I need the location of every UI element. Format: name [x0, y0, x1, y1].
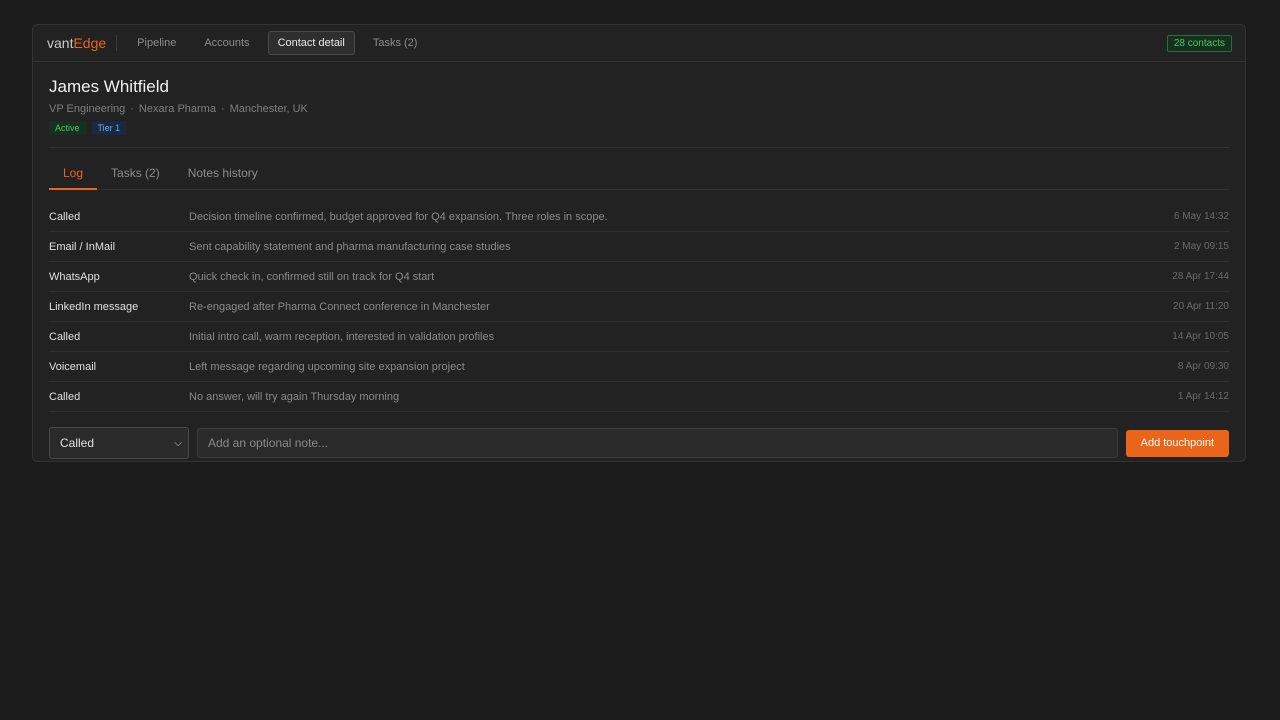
header-divider — [49, 147, 1229, 148]
touchpoint-time: 1 Apr 14:12 — [1177, 391, 1229, 402]
touchpoint-type: Voicemail — [49, 360, 97, 373]
touchpoint-time: 14 Apr 10:05 — [1172, 331, 1229, 342]
log-row: Called No answer, will try again Thursda… — [49, 382, 1229, 412]
add-touchpoint-button[interactable]: Add touchpoint — [1125, 429, 1229, 457]
touchpoint-type: Called — [49, 390, 81, 403]
tab-log[interactable]: Log — [49, 158, 98, 190]
tab-notes-history[interactable]: Notes history — [174, 158, 272, 189]
main-nav: Pipeline Accounts Contact detail Tasks (… — [127, 31, 435, 55]
contact-company: Nexara Pharma — [138, 103, 216, 115]
status-badge: Active — [49, 121, 86, 135]
touchpoint-type: WhatsApp — [49, 270, 100, 283]
contact-card: vantEdge Pipeline Accounts Contact detai… — [32, 24, 1246, 462]
touchpoint-note: No answer, will try again Thursday morni… — [189, 390, 400, 403]
touchpoint-time: 28 Apr 17:44 — [1172, 271, 1229, 282]
contact-tags: Active Tier 1 — [49, 121, 1229, 135]
meta-separator: · — [130, 103, 134, 115]
touchpoint-time: 8 Apr 09:30 — [1177, 361, 1229, 372]
nav-accounts[interactable]: Accounts — [194, 31, 259, 55]
touchpoint-type: Called — [49, 210, 81, 223]
touchpoint-type-selected: Called — [60, 436, 95, 450]
touchpoint-note: Sent capability statement and pharma man… — [189, 240, 511, 253]
logo-text-part1: vant — [47, 35, 74, 51]
touchpoint-note: Left message regarding upcoming site exp… — [189, 360, 465, 373]
log-row: Voicemail Left message regarding upcomin… — [49, 352, 1229, 382]
contacts-count-badge: 28 contacts — [1166, 35, 1232, 52]
touchpoint-time: 20 Apr 11:20 — [1173, 301, 1229, 312]
touchpoint-type: Email / InMail — [49, 240, 116, 253]
touchpoint-note: Re-engaged after Pharma Connect conferen… — [189, 300, 490, 313]
touchpoint-composer: Called ⌵ Add touchpoint — [49, 427, 1229, 459]
contact-meta: VP Engineering · Nexara Pharma · Manchester,… — [49, 103, 1229, 115]
nav-pipeline[interactable]: Pipeline — [127, 31, 186, 55]
contact-title: VP Engineering — [49, 103, 126, 115]
top-navigation-bar: vantEdge Pipeline Accounts Contact detai… — [33, 25, 1245, 62]
touchpoint-time: 6 May 14:32 — [1173, 211, 1229, 222]
meta-separator: · — [220, 103, 225, 115]
nav-contact-detail[interactable]: Contact detail — [267, 31, 355, 55]
detail-tabs: Log Tasks (2) Notes history — [49, 158, 1229, 190]
log-row: Called Decision timeline confirmed, budg… — [49, 202, 1229, 232]
log-row: WhatsApp Quick check in, confirmed still… — [49, 262, 1229, 292]
app-logo[interactable]: vantEdge — [47, 35, 118, 51]
log-row: Called Initial intro call, warm receptio… — [49, 322, 1229, 352]
tier-badge: Tier 1 — [91, 121, 127, 135]
touchpoint-type: Called — [49, 330, 81, 343]
touchpoint-note: Initial intro call, warm reception, inte… — [189, 330, 495, 343]
touchpoint-log: Called Decision timeline confirmed, budg… — [49, 202, 1229, 412]
tab-tasks[interactable]: Tasks (2) — [97, 158, 174, 189]
contact-location: Manchester, UK — [229, 103, 308, 115]
touchpoint-note: Decision timeline confirmed, budget appr… — [189, 210, 608, 223]
contact-name: James Whitfield — [49, 77, 169, 96]
contact-header: James Whitfield VP Engineering · Nexara Ph… — [33, 62, 1245, 135]
touchpoint-time: 2 May 09:15 — [1173, 241, 1229, 252]
touchpoint-note-input[interactable] — [197, 428, 1118, 458]
nav-tasks[interactable]: Tasks (2) — [363, 31, 428, 55]
logo-text-part2: Edge — [73, 35, 107, 51]
touchpoint-note: Quick check in, confirmed still on track… — [189, 270, 435, 283]
log-row: LinkedIn message Re-engaged after Pharma… — [49, 292, 1229, 322]
log-row: Email / InMail Sent capability statement… — [49, 232, 1229, 262]
touchpoint-type: LinkedIn message — [49, 300, 139, 313]
touchpoint-type-select[interactable]: Called ⌵ — [49, 427, 189, 459]
chevron-down-icon: ⌵ — [174, 437, 182, 449]
